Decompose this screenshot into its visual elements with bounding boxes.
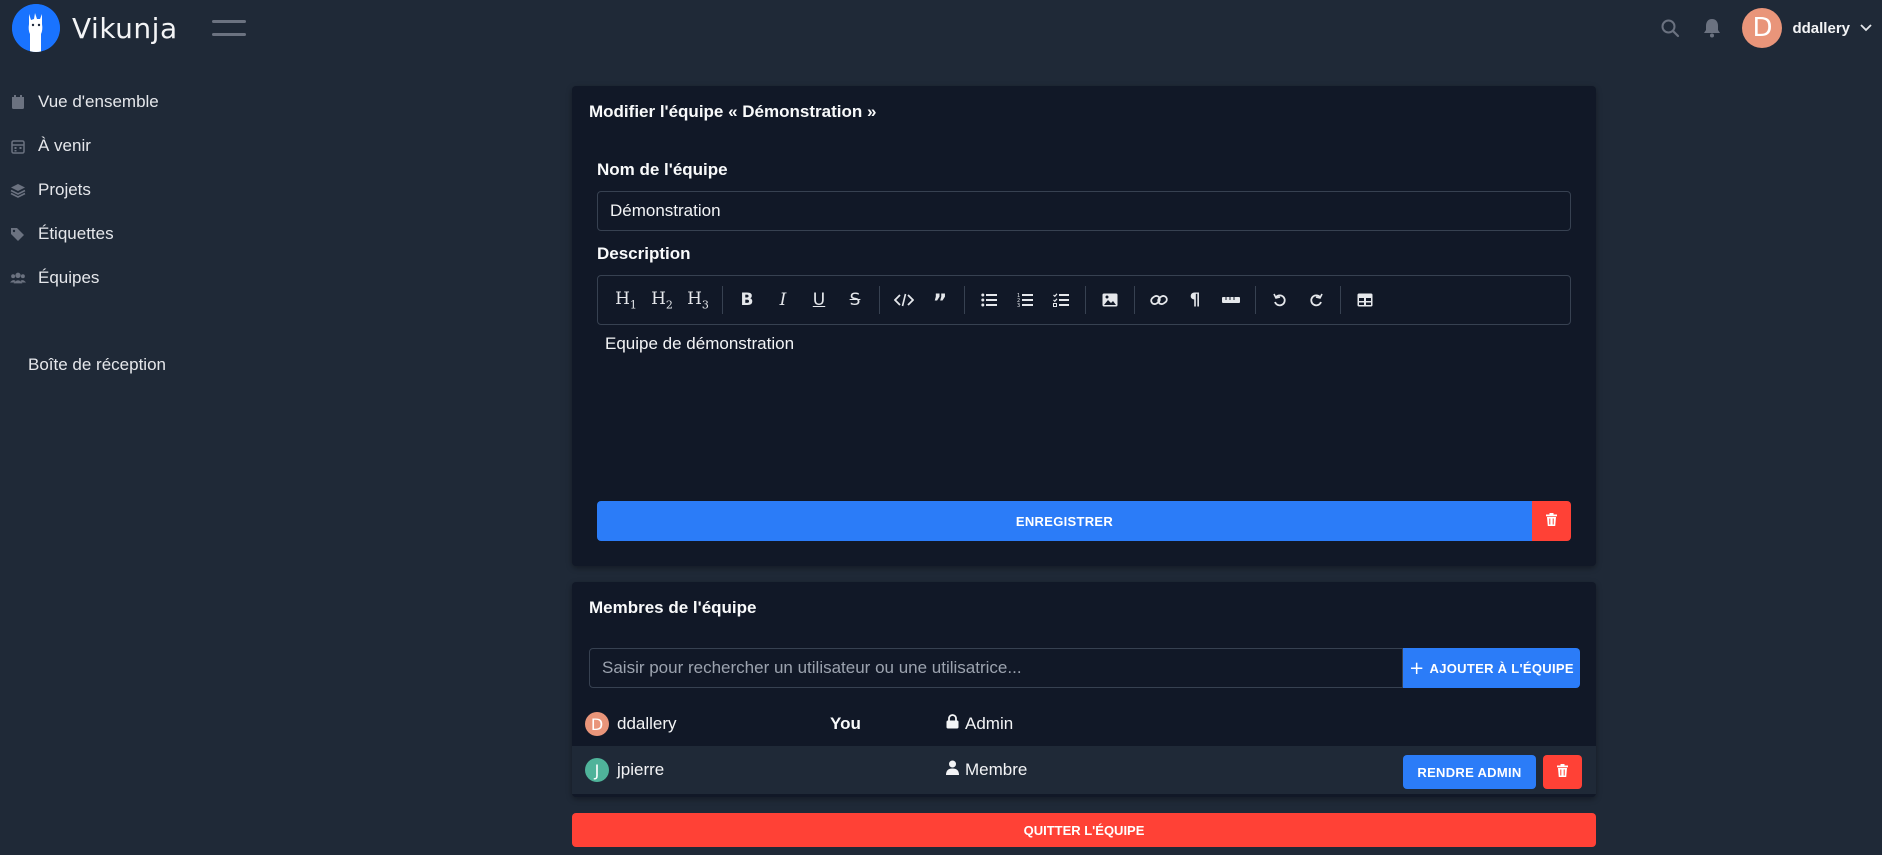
calendar-grid-icon bbox=[10, 138, 26, 154]
toolbar-divider bbox=[1255, 286, 1256, 314]
member-role: Admin bbox=[946, 714, 1013, 734]
calendar-icon bbox=[10, 94, 26, 110]
image-icon[interactable] bbox=[1092, 282, 1128, 318]
layers-icon bbox=[10, 182, 26, 198]
trash-icon bbox=[1557, 764, 1568, 780]
plus-icon: + bbox=[1409, 657, 1425, 679]
menu-toggle-icon[interactable] bbox=[211, 16, 246, 40]
user-menu[interactable]: D ddallery bbox=[1742, 8, 1872, 48]
leave-team-button[interactable]: QUITTER L'ÉQUIPE bbox=[572, 813, 1596, 847]
save-button[interactable]: ENREGISTRER bbox=[597, 501, 1532, 541]
table-icon[interactable] bbox=[1347, 282, 1383, 318]
link-icon[interactable] bbox=[1141, 282, 1177, 318]
top-right-actions: D ddallery bbox=[1658, 0, 1872, 56]
redo-icon[interactable] bbox=[1298, 282, 1334, 318]
quote-button[interactable]: ” bbox=[922, 282, 958, 318]
paragraph-icon[interactable]: ¶ bbox=[1177, 282, 1213, 318]
underline-button[interactable]: U bbox=[801, 282, 837, 318]
username: ddallery bbox=[1792, 19, 1850, 37]
team-name-input[interactable] bbox=[597, 191, 1571, 231]
bell-icon[interactable] bbox=[1700, 16, 1724, 40]
edit-team-card: Modifier l'équipe « Démonstration » Nom … bbox=[572, 86, 1596, 566]
app-root: Vikunja D ddallery Vue d'ensemble À veni… bbox=[0, 0, 1882, 855]
member-role-label: Admin bbox=[965, 714, 1014, 733]
tags-icon bbox=[10, 226, 26, 242]
heading-3-button[interactable]: H3 bbox=[680, 282, 716, 318]
add-to-team-label: AJOUTER À L'ÉQUIPE bbox=[1429, 660, 1574, 676]
team-name-label: Nom de l'équipe bbox=[597, 160, 728, 179]
member-role-label: Membre bbox=[965, 760, 1028, 779]
toolbar-divider bbox=[964, 286, 965, 314]
heading-2-button[interactable]: H2 bbox=[644, 282, 680, 318]
user-search-input[interactable] bbox=[589, 648, 1403, 688]
team-members-card: Membres de l'équipe + AJOUTER À L'ÉQUIPE… bbox=[572, 582, 1596, 797]
member-name: ddallery bbox=[617, 714, 677, 733]
horizontal-rule-icon[interactable] bbox=[1213, 282, 1249, 318]
app-name: Vikunja bbox=[72, 11, 178, 45]
member-role: Membre bbox=[946, 760, 1027, 780]
description-toolbar: H1 H2 H3 B I U S ” 123 ¶ bbox=[597, 275, 1571, 325]
heading-1-button[interactable]: H1 bbox=[608, 282, 644, 318]
sidebar-item-labels[interactable]: Étiquettes bbox=[0, 212, 250, 256]
sidebar-item-overview[interactable]: Vue d'ensemble bbox=[0, 80, 250, 124]
strikethrough-button[interactable]: S bbox=[837, 282, 873, 318]
code-button[interactable] bbox=[886, 282, 922, 318]
avatar: D bbox=[585, 712, 609, 736]
edit-team-title: Modifier l'équipe « Démonstration » bbox=[589, 102, 877, 121]
toolbar-divider bbox=[722, 286, 723, 314]
chevron-down-icon bbox=[1860, 19, 1872, 37]
llama-logo-icon bbox=[12, 4, 60, 52]
delete-team-button[interactable] bbox=[1532, 501, 1571, 541]
brand[interactable]: Vikunja bbox=[12, 4, 178, 52]
sidebar-item-upcoming[interactable]: À venir bbox=[0, 124, 250, 168]
sidebar: Vue d'ensemble À venir Projets Étiquette… bbox=[0, 80, 250, 300]
table-row: J jpierre Membre RENDRE ADMIN bbox=[572, 746, 1596, 794]
user-icon bbox=[946, 760, 959, 780]
sidebar-item-label: Vue d'ensemble bbox=[38, 92, 159, 111]
description-editor-content[interactable]: Equipe de démonstration bbox=[605, 334, 794, 354]
remove-member-button[interactable] bbox=[1543, 755, 1582, 789]
team-members-title: Membres de l'équipe bbox=[589, 598, 757, 617]
ordered-list-button[interactable]: 123 bbox=[1007, 282, 1043, 318]
you-label: You bbox=[830, 714, 861, 733]
task-list-button[interactable] bbox=[1043, 282, 1079, 318]
table-row: D ddallery You Admin bbox=[572, 700, 1596, 748]
search-icon[interactable] bbox=[1658, 16, 1682, 40]
add-to-team-button[interactable]: + AJOUTER À L'ÉQUIPE bbox=[1403, 648, 1580, 688]
sidebar-item-label: Projets bbox=[38, 180, 91, 199]
sidebar-item-inbox[interactable]: Boîte de réception bbox=[28, 355, 166, 375]
italic-button[interactable]: I bbox=[765, 282, 801, 318]
toolbar-divider bbox=[1085, 286, 1086, 314]
make-admin-button[interactable]: RENDRE ADMIN bbox=[1403, 755, 1536, 789]
toolbar-divider bbox=[1340, 286, 1341, 314]
bold-button[interactable]: B bbox=[729, 282, 765, 318]
sidebar-item-projects[interactable]: Projets bbox=[0, 168, 250, 212]
users-icon bbox=[10, 270, 26, 286]
avatar: D bbox=[1742, 8, 1783, 48]
svg-text:3: 3 bbox=[1017, 303, 1020, 307]
sidebar-item-label: À venir bbox=[38, 136, 91, 155]
bullet-list-button[interactable] bbox=[971, 282, 1007, 318]
toolbar-divider bbox=[879, 286, 880, 314]
sidebar-item-teams[interactable]: Équipes bbox=[0, 256, 250, 300]
lock-icon bbox=[946, 714, 959, 734]
top-bar: Vikunja D ddallery bbox=[0, 0, 1882, 56]
trash-icon bbox=[1546, 513, 1557, 529]
undo-icon[interactable] bbox=[1262, 282, 1298, 318]
avatar: J bbox=[585, 758, 609, 782]
member-name: jpierre bbox=[617, 760, 665, 779]
toolbar-divider bbox=[1134, 286, 1135, 314]
sidebar-item-label: Étiquettes bbox=[38, 224, 114, 243]
description-label: Description bbox=[597, 244, 691, 263]
sidebar-item-label: Équipes bbox=[38, 268, 100, 287]
